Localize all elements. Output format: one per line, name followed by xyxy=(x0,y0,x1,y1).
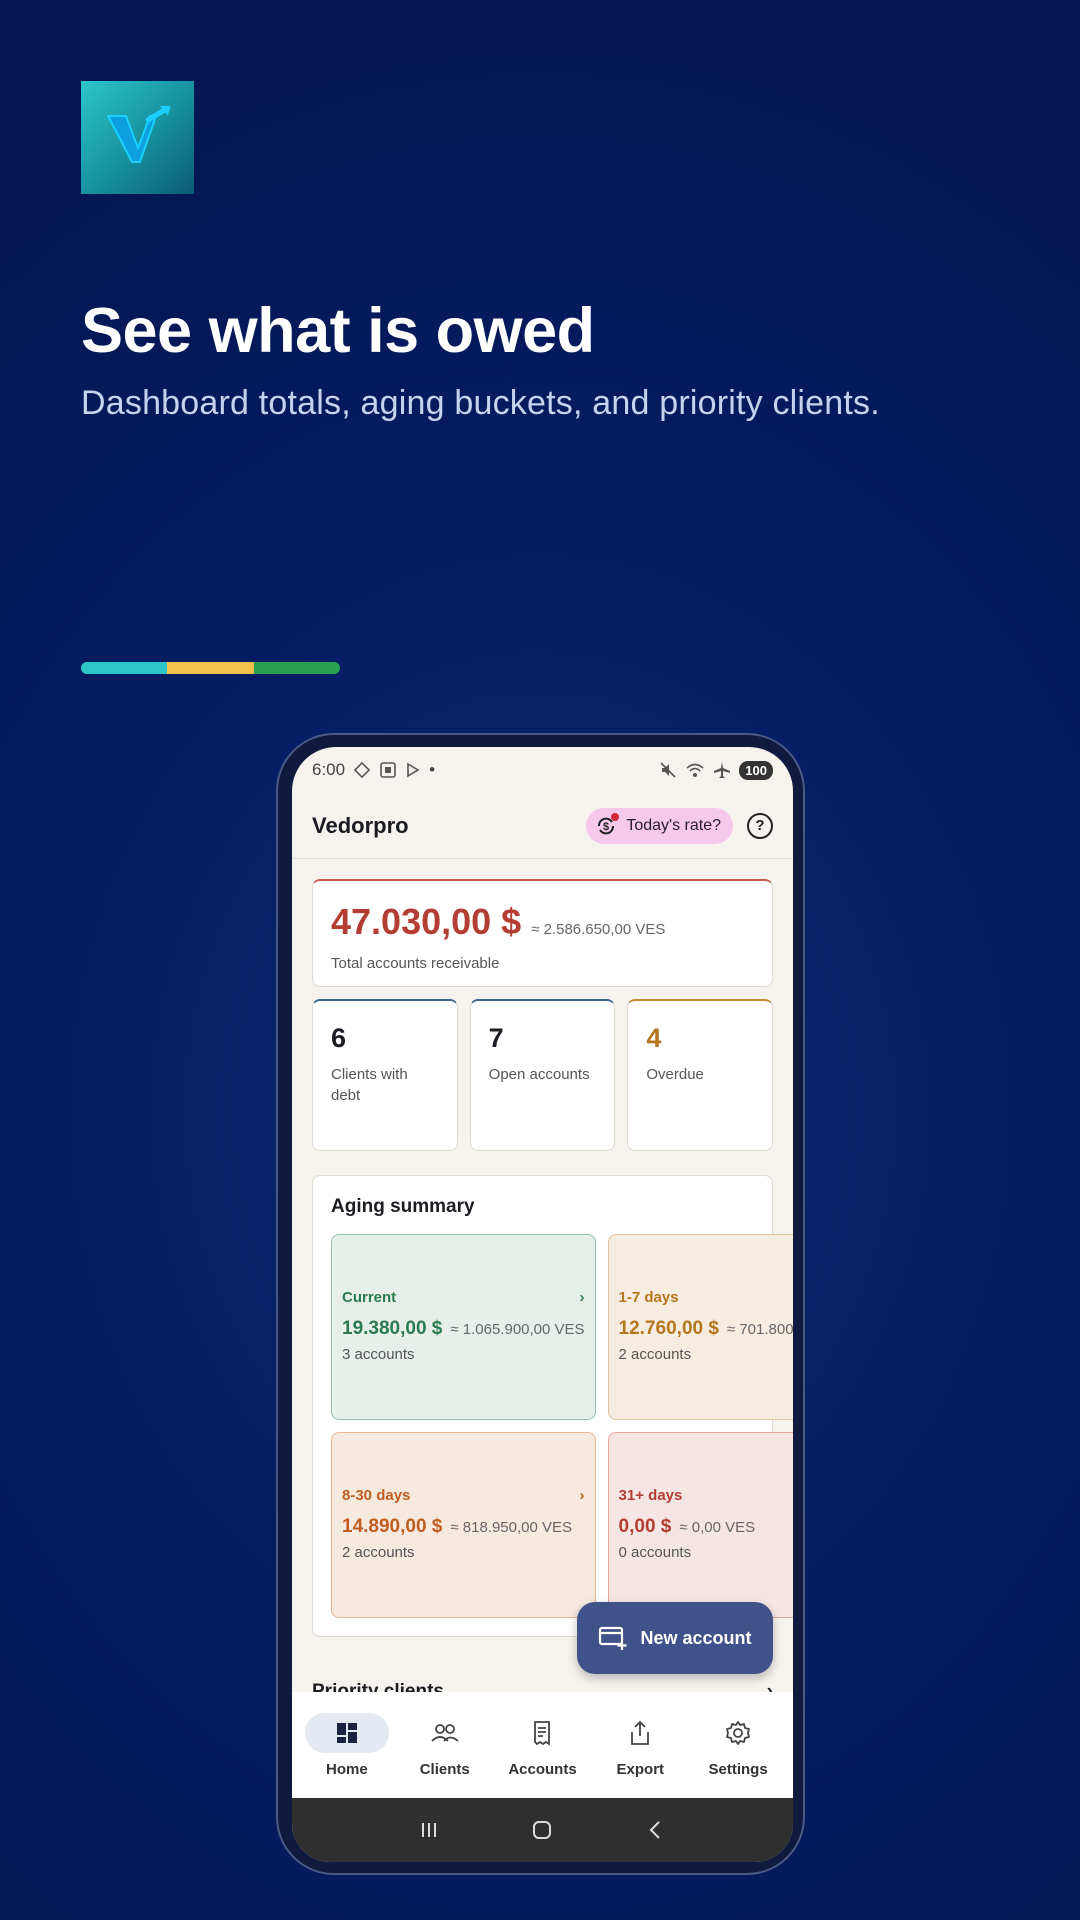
recents-icon[interactable] xyxy=(417,1818,441,1842)
dashboard-icon xyxy=(304,1712,389,1753)
aging-title: Aging summary xyxy=(331,1196,475,1217)
system-nav-bar xyxy=(292,1798,793,1862)
nav-export[interactable]: Export xyxy=(591,1713,689,1778)
bucket-amount: 19.380,00 $ xyxy=(342,1318,443,1339)
people-icon xyxy=(403,1713,487,1753)
currency-exchange-icon: $ xyxy=(594,812,620,838)
hero-subhead: Dashboard totals, aging buckets, and pri… xyxy=(81,384,880,422)
nav-label: Accounts xyxy=(508,1760,577,1778)
share-icon xyxy=(598,1713,682,1753)
screenshot-icon xyxy=(380,762,396,778)
bucket-31-plus-days[interactable]: 31+ days› 0,00 $≈ 0,00 VES 0 accounts xyxy=(607,1432,793,1618)
bucket-current[interactable]: Current › 19.380,00 $ ≈ 1.065.900,00 VES 3… xyxy=(331,1234,596,1420)
stat-label: Overdue xyxy=(646,1066,704,1083)
stat-value: 4 xyxy=(646,1023,662,1053)
nav-accounts[interactable]: Accounts xyxy=(494,1713,592,1778)
bucket-count: 2 accounts xyxy=(342,1544,415,1561)
bucket-ves: ≈ 1.065.900,00 VES xyxy=(450,1321,585,1338)
add-card-icon xyxy=(599,1626,627,1650)
chevron-right-icon: › xyxy=(579,1289,585,1306)
phone-screen: 6:00 • 100 Vedorpro $ Today's rate? ? 47… xyxy=(292,747,793,1862)
stat-label: Clients with debt xyxy=(331,1066,408,1104)
bucket-ves: ≈ 0,00 VES xyxy=(679,1519,756,1536)
stat-clients-with-debt[interactable]: 6 Clients with debt xyxy=(312,999,458,1151)
stat-open-accounts[interactable]: 7 Open accounts xyxy=(469,999,616,1151)
stat-value: 7 xyxy=(488,1023,504,1053)
hero-headline: See what is owed xyxy=(81,296,595,366)
total-receivable-card[interactable]: 47.030,00 $ ≈ 2.586.650,00 VES Total acc… xyxy=(312,879,773,987)
help-icon[interactable]: ? xyxy=(747,812,773,839)
bucket-label: 1-7 days xyxy=(618,1289,679,1306)
stats-row: 6 Clients with debt 7 Open accounts 4 Ov… xyxy=(312,999,774,1151)
status-bar: 6:00 • 100 xyxy=(292,747,793,793)
airplane-icon xyxy=(714,762,731,778)
new-account-label: New account xyxy=(640,1627,752,1648)
svg-text:$: $ xyxy=(603,821,609,833)
home-system-icon[interactable] xyxy=(530,1818,554,1842)
phone-frame: 6:00 • 100 Vedorpro $ Today's rate? ? 47… xyxy=(276,733,805,1875)
bucket-count: 0 accounts xyxy=(618,1544,692,1561)
total-amount: 47.030,00 $ xyxy=(331,901,522,942)
app-notification-icon xyxy=(353,761,371,779)
bucket-ves: ≈ 818.950,00 VES xyxy=(450,1519,573,1536)
bucket-label: 31+ days xyxy=(618,1487,683,1504)
bucket-amount: 12.760,00 $ xyxy=(618,1318,719,1339)
nav-label: Settings xyxy=(708,1760,768,1778)
bucket-8-30-days[interactable]: 8-30 days › 14.890,00 $ ≈ 818.950,00 VES 2… xyxy=(331,1432,596,1618)
bucket-label: Current xyxy=(342,1289,397,1306)
stat-value: 6 xyxy=(331,1023,347,1053)
stat-label: Open accounts xyxy=(488,1066,590,1083)
nav-settings[interactable]: Settings xyxy=(689,1713,787,1778)
nav-label: Home xyxy=(326,1760,368,1778)
bucket-amount: 14.890,00 $ xyxy=(342,1516,443,1537)
more-notifications-icon: • xyxy=(429,760,436,779)
todays-rate-chip[interactable]: $ Today's rate? xyxy=(586,807,733,844)
alert-dot xyxy=(611,812,620,821)
aging-summary-card: Aging summary Current › 19.380,00 $ ≈ 1.06… xyxy=(312,1175,793,1637)
wifi-icon xyxy=(686,763,704,777)
battery-badge: 100 xyxy=(739,760,773,780)
logo-v-icon xyxy=(105,105,170,163)
stat-overdue[interactable]: 4 Overdue xyxy=(627,999,774,1151)
play-store-icon xyxy=(407,762,420,778)
status-time: 6:00 xyxy=(312,760,346,779)
mute-icon xyxy=(660,762,676,778)
nav-label: Clients xyxy=(419,1760,470,1778)
bucket-count: 2 accounts xyxy=(618,1346,692,1363)
accent-stripe xyxy=(81,662,340,674)
todays-rate-label: Today's rate? xyxy=(626,816,721,834)
back-icon[interactable] xyxy=(644,1818,668,1842)
dashboard-content: 47.030,00 $ ≈ 2.586.650,00 VES Total acc… xyxy=(292,859,793,1701)
bucket-amount: 0,00 $ xyxy=(618,1516,672,1537)
nav-home[interactable]: Home xyxy=(298,1712,396,1778)
new-account-button[interactable]: New account xyxy=(577,1602,773,1674)
nav-clients[interactable]: Clients xyxy=(396,1713,494,1778)
app-bar: Vedorpro $ Today's rate? ? xyxy=(292,793,793,859)
total-ves: ≈ 2.586.650,00 VES xyxy=(531,921,666,938)
chevron-right-icon: › xyxy=(579,1487,585,1504)
bottom-nav: Home Clients Accounts Export Settings xyxy=(292,1692,793,1798)
receipt-icon xyxy=(500,1713,584,1753)
total-label: Total accounts receivable xyxy=(331,955,500,972)
gear-icon xyxy=(696,1713,780,1753)
app-title: Vedorpro xyxy=(312,812,409,838)
nav-label: Export xyxy=(616,1760,665,1778)
app-logo xyxy=(81,81,194,194)
bucket-label: 8-30 days xyxy=(342,1487,411,1504)
bucket-count: 3 accounts xyxy=(342,1346,415,1363)
bucket-ves: ≈ 701.800,00 VES xyxy=(726,1321,793,1338)
bucket-1-7-days[interactable]: 1-7 days› 12.760,00 $≈ 701.800,00 VES 2 … xyxy=(607,1234,793,1420)
